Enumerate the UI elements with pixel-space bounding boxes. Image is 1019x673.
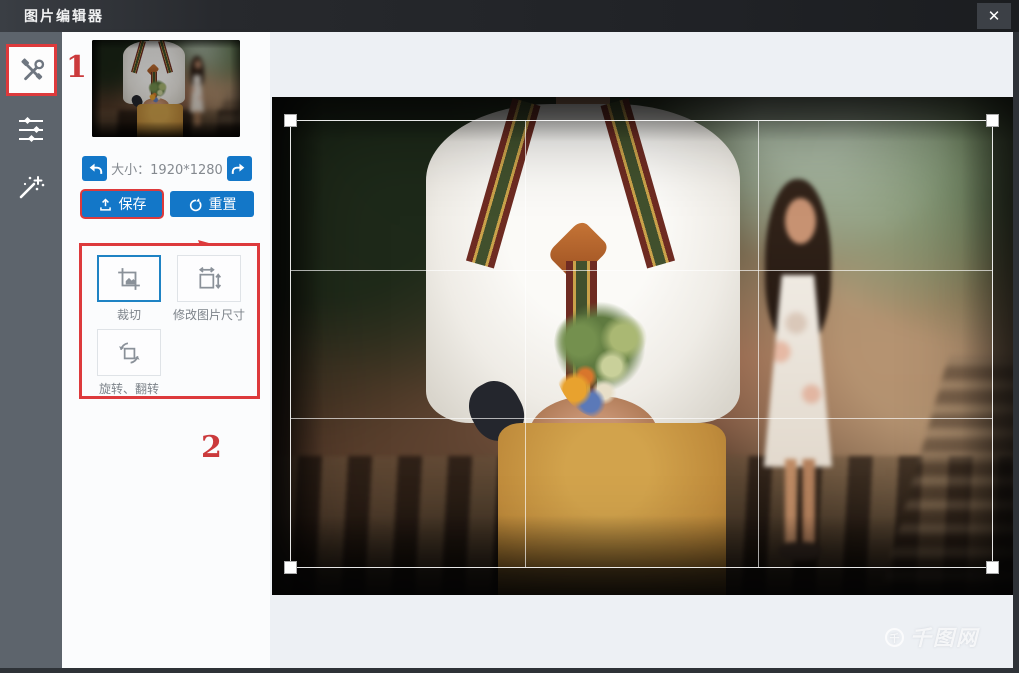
annotation-step-2: 2 [201,430,222,465]
rotate-label: 旋转、翻转 [99,380,159,397]
close-icon[interactable]: ✕ [977,3,1011,29]
reset-label: 重置 [209,194,237,214]
action-row: 保存 重置 [82,191,254,217]
crop-selection[interactable] [290,120,993,568]
tool-rotate: 旋转、翻转 [89,329,169,397]
window-edge [1013,32,1019,673]
tools-group: 裁切 修改图片尺寸 旋转、翻转 [79,243,260,399]
reset-button[interactable]: 重置 [170,191,254,217]
sidebar-item-tools[interactable] [6,44,57,96]
crop-handle-top-left[interactable] [284,114,297,127]
canvas-area: 千 千图网 [270,32,1013,668]
image-size-label: 大小：1920*1280 [111,159,223,178]
editing-stage [272,97,1013,595]
save-label: 保存 [119,194,147,214]
crop-button[interactable] [97,255,161,302]
reset-icon [188,197,203,212]
crop-label: 裁切 [117,306,141,323]
size-row: 大小：1920*1280 [82,156,252,181]
crop-handle-bottom-right[interactable] [986,561,999,574]
sidebar-item-effects[interactable] [0,164,62,208]
sidebar-item-adjustments[interactable] [0,108,62,152]
crop-handle-top-right[interactable] [986,114,999,127]
image-thumbnail [92,40,240,137]
rotate-button[interactable] [97,329,161,376]
crop-icon [116,266,142,292]
photo-preview [92,40,240,137]
editor-panel: 大小：1920*1280 保存 重置 [62,32,270,668]
watermark-text: 千图网 [910,622,979,652]
tool-crop: 裁切 [89,255,169,323]
save-button[interactable]: 保存 [82,191,162,217]
tools-icon [18,56,46,84]
resize-button[interactable] [177,255,241,302]
resize-label: 修改图片尺寸 [173,306,245,323]
crop-gridline [291,418,992,419]
undo-button[interactable] [82,156,107,181]
window-title: 图片编辑器 [24,6,104,26]
crop-gridline [525,121,526,567]
annotation-step-1: 1 [66,50,87,85]
sliders-icon [17,117,45,143]
rotate-flip-icon [116,340,142,366]
upload-icon [98,197,113,212]
window-edge [0,668,1019,673]
image-editor-window: 图片编辑器 ✕ [0,0,1019,673]
titlebar: 图片编辑器 ✕ [0,0,1019,32]
redo-button[interactable] [227,156,252,181]
crop-handle-bottom-left[interactable] [284,561,297,574]
magic-wand-icon [16,171,46,201]
tool-resize: 修改图片尺寸 [169,255,249,323]
sidebar [0,32,62,668]
crop-gridline [758,121,759,567]
qiantu-logo-icon: 千 [885,628,904,647]
resize-icon [196,266,222,292]
watermark: 千 千图网 [885,622,979,652]
crop-gridline [291,270,992,271]
